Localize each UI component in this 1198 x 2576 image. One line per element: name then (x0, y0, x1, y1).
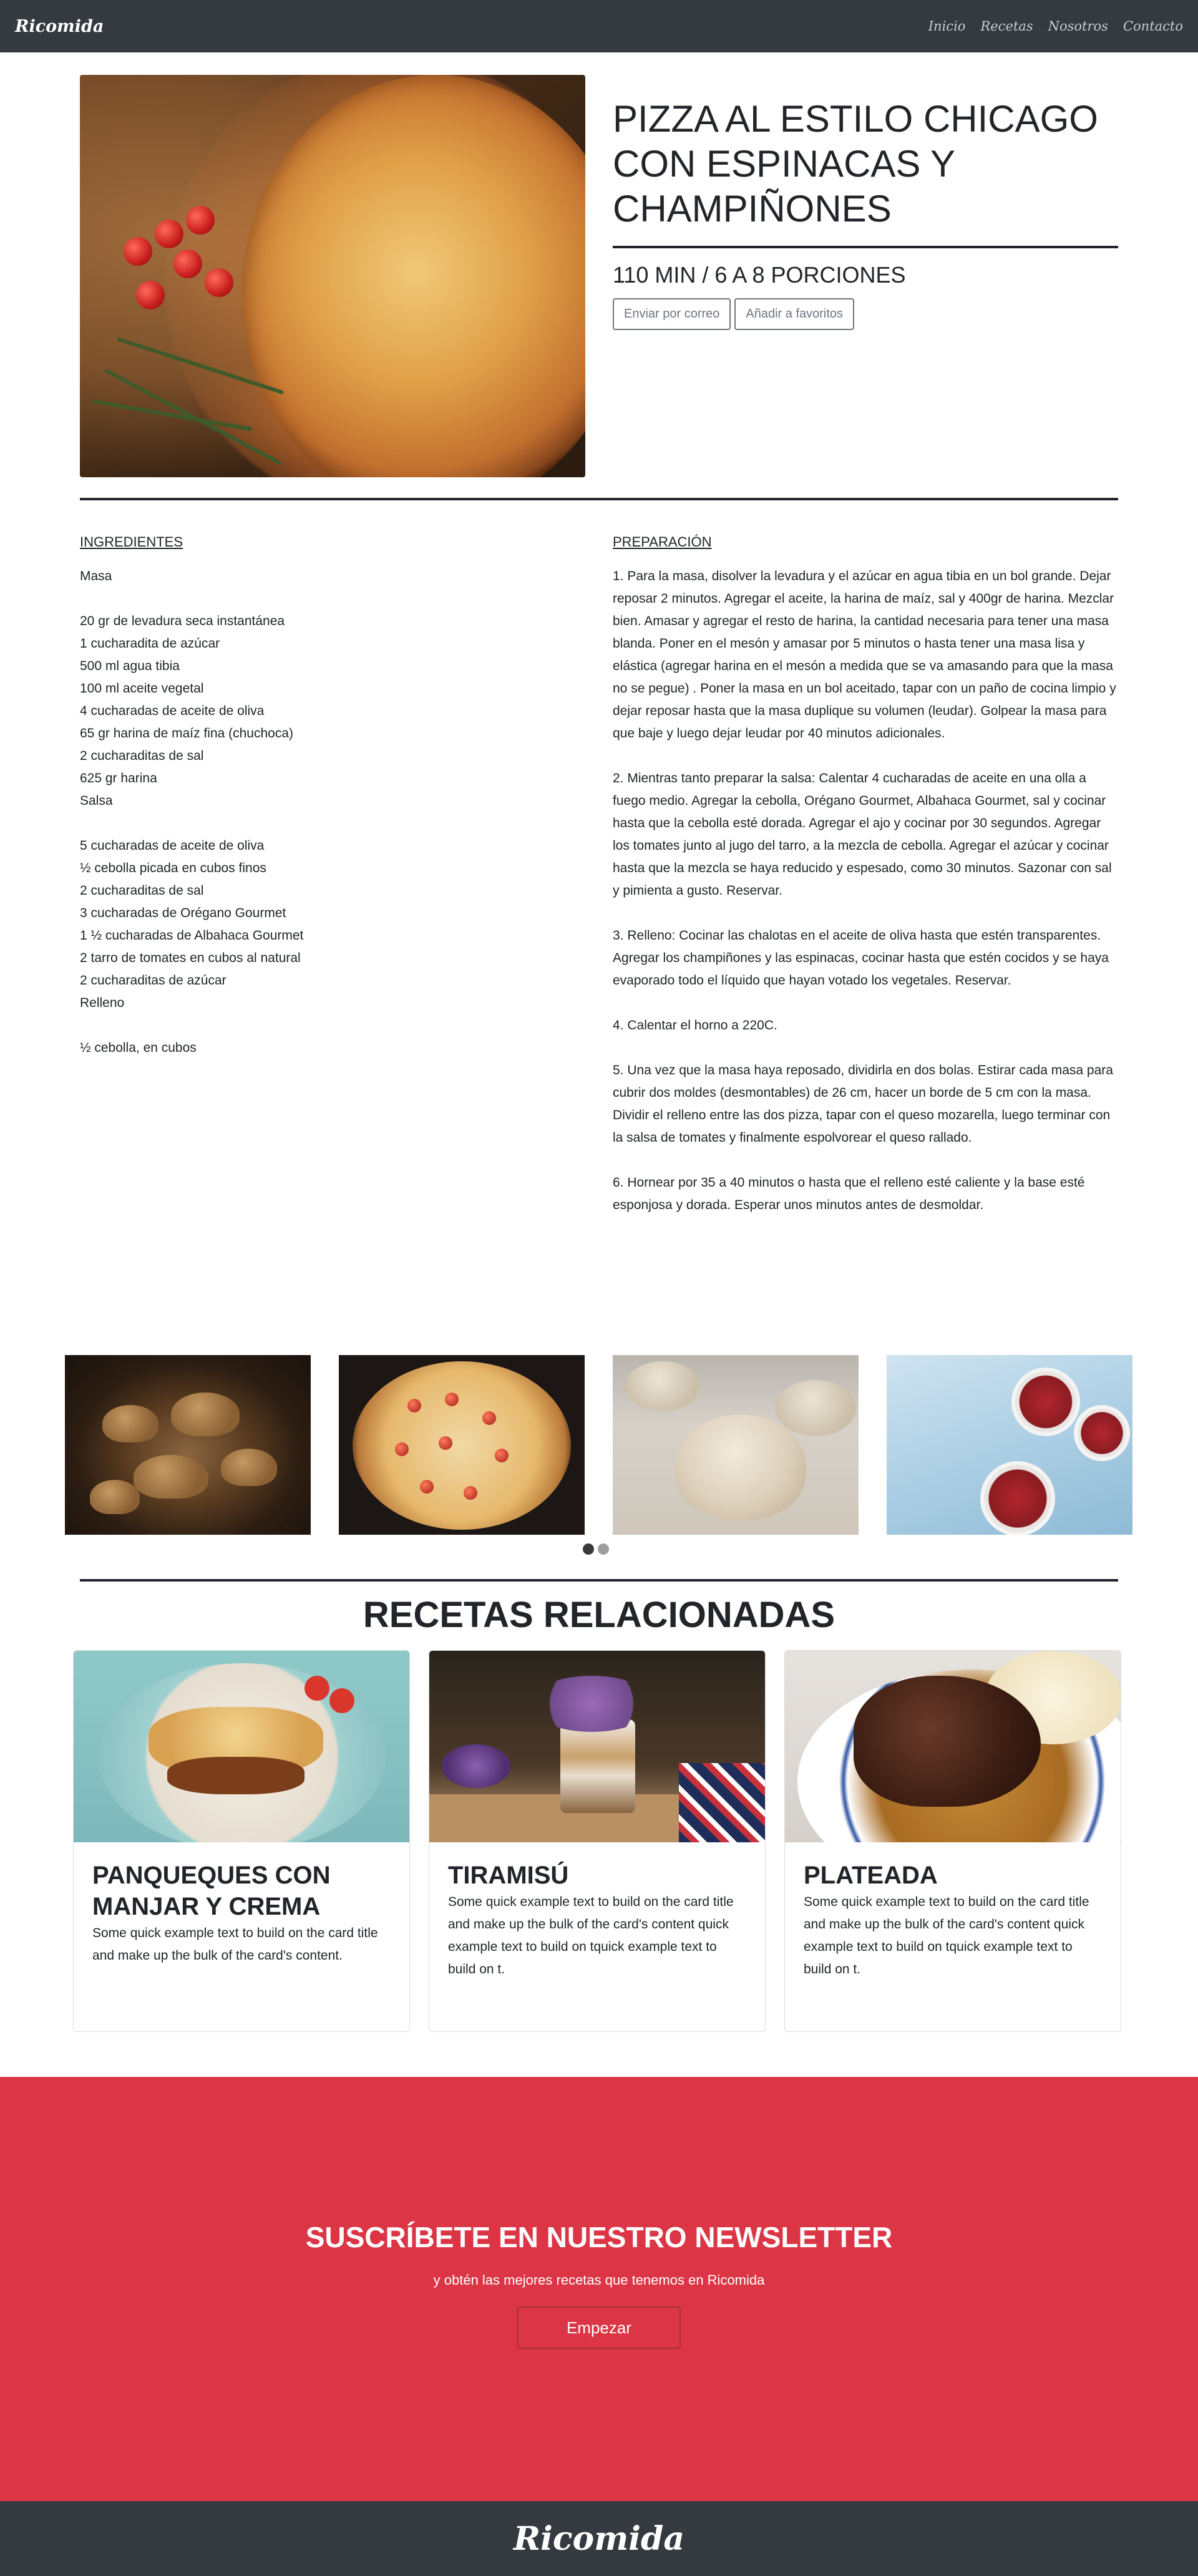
card-text: Some quick example text to build on the … (804, 1895, 1089, 1976)
favorite-button[interactable]: Añadir a favoritos (734, 298, 855, 330)
card-title[interactable]: Panqueques con manjar y crema (92, 1860, 392, 1922)
nav-link-contacto[interactable]: Contacto (1123, 19, 1183, 34)
newsletter-section: Suscríbete en nuestro newsletter y obtén… (0, 2077, 1198, 2501)
preparation-steps: 1. Para la masa, disolver la levadura y … (613, 565, 1118, 1239)
ingredients-heading: Ingredientes (80, 534, 183, 550)
gallery-image-mushrooms[interactable] (65, 1355, 311, 1535)
navbar: Ricomida Inicio Recetas Nosotros Contact… (0, 0, 1198, 52)
nav-link-recetas[interactable]: Recetas (980, 19, 1033, 34)
newsletter-subtitle: y obtén las mejores recetas que tenemos … (433, 2272, 765, 2288)
preparation-step: 6. Hornear por 35 a 40 minutos o hasta q… (613, 1175, 1085, 1212)
card-text: Some quick example text to build on the … (448, 1895, 734, 1976)
footer: Ricomida (0, 2501, 1198, 2576)
preparation-step: 4. Calentar el horno a 220C. (613, 1018, 777, 1033)
carousel-indicators (583, 1543, 609, 1555)
newsletter-title: Suscríbete en nuestro newsletter (305, 2221, 893, 2253)
preparation-step: 5. Una vez que la masa haya reposado, di… (613, 1063, 1113, 1145)
gallery-image-pizza[interactable] (339, 1355, 585, 1535)
preparation-step: 2. Mientras tanto preparar la salsa: Cal… (613, 771, 1112, 898)
preparation-heading: Preparación (613, 534, 712, 550)
recipe-actions: Enviar por correo Añadir a favoritos (613, 298, 855, 330)
title-divider (613, 246, 1118, 248)
preparation-step: 3. Relleno: Cocinar las chalotas en el a… (613, 928, 1109, 988)
related-card[interactable]: Plateada Some quick example text to buil… (784, 1650, 1121, 2032)
recipe-meta: 110 min / 6 a 8 porciones (613, 262, 906, 288)
related-heading: Recetas relacionadas (363, 1595, 835, 1635)
ingredients-list: Masa 20 gr de levadura seca instantánea … (80, 569, 304, 1055)
email-button[interactable]: Enviar por correo (613, 298, 731, 330)
footer-brand-logo[interactable]: Ricomida (514, 2520, 684, 2558)
recipe-title: Pizza al estilo Chicago con espinacas y … (613, 98, 1098, 230)
image-carousel (65, 1355, 1133, 1536)
card-image-crepes (74, 1651, 409, 1842)
card-title[interactable]: Tiramisú (448, 1860, 748, 1891)
section-divider (80, 1579, 1118, 1582)
section-divider (80, 498, 1118, 500)
preparation-step: 1. Para la masa, disolver la levadura y … (613, 569, 1116, 741)
carousel-dot-1[interactable] (583, 1543, 594, 1555)
brand-logo[interactable]: Ricomida (15, 17, 104, 36)
card-text: Some quick example text to build on the … (92, 1926, 378, 1963)
card-title[interactable]: Plateada (804, 1860, 1103, 1891)
related-card[interactable]: Tiramisú Some quick example text to buil… (429, 1650, 766, 2032)
gallery-image-pomegranate[interactable] (887, 1355, 1132, 1535)
recipe-hero-image (80, 75, 585, 477)
nav-link-nosotros[interactable]: Nosotros (1048, 19, 1108, 34)
card-image-tiramisu (429, 1651, 765, 1842)
card-image-plateada (785, 1651, 1121, 1842)
gallery-image-dough[interactable] (613, 1355, 859, 1535)
carousel-dot-2[interactable] (598, 1543, 609, 1555)
nav-link-inicio[interactable]: Inicio (928, 19, 966, 34)
newsletter-start-button[interactable]: Empezar (517, 2306, 681, 2349)
nav-links: Inicio Recetas Nosotros Contacto (928, 19, 1183, 34)
related-card[interactable]: Panqueques con manjar y crema Some quick… (73, 1650, 410, 2032)
